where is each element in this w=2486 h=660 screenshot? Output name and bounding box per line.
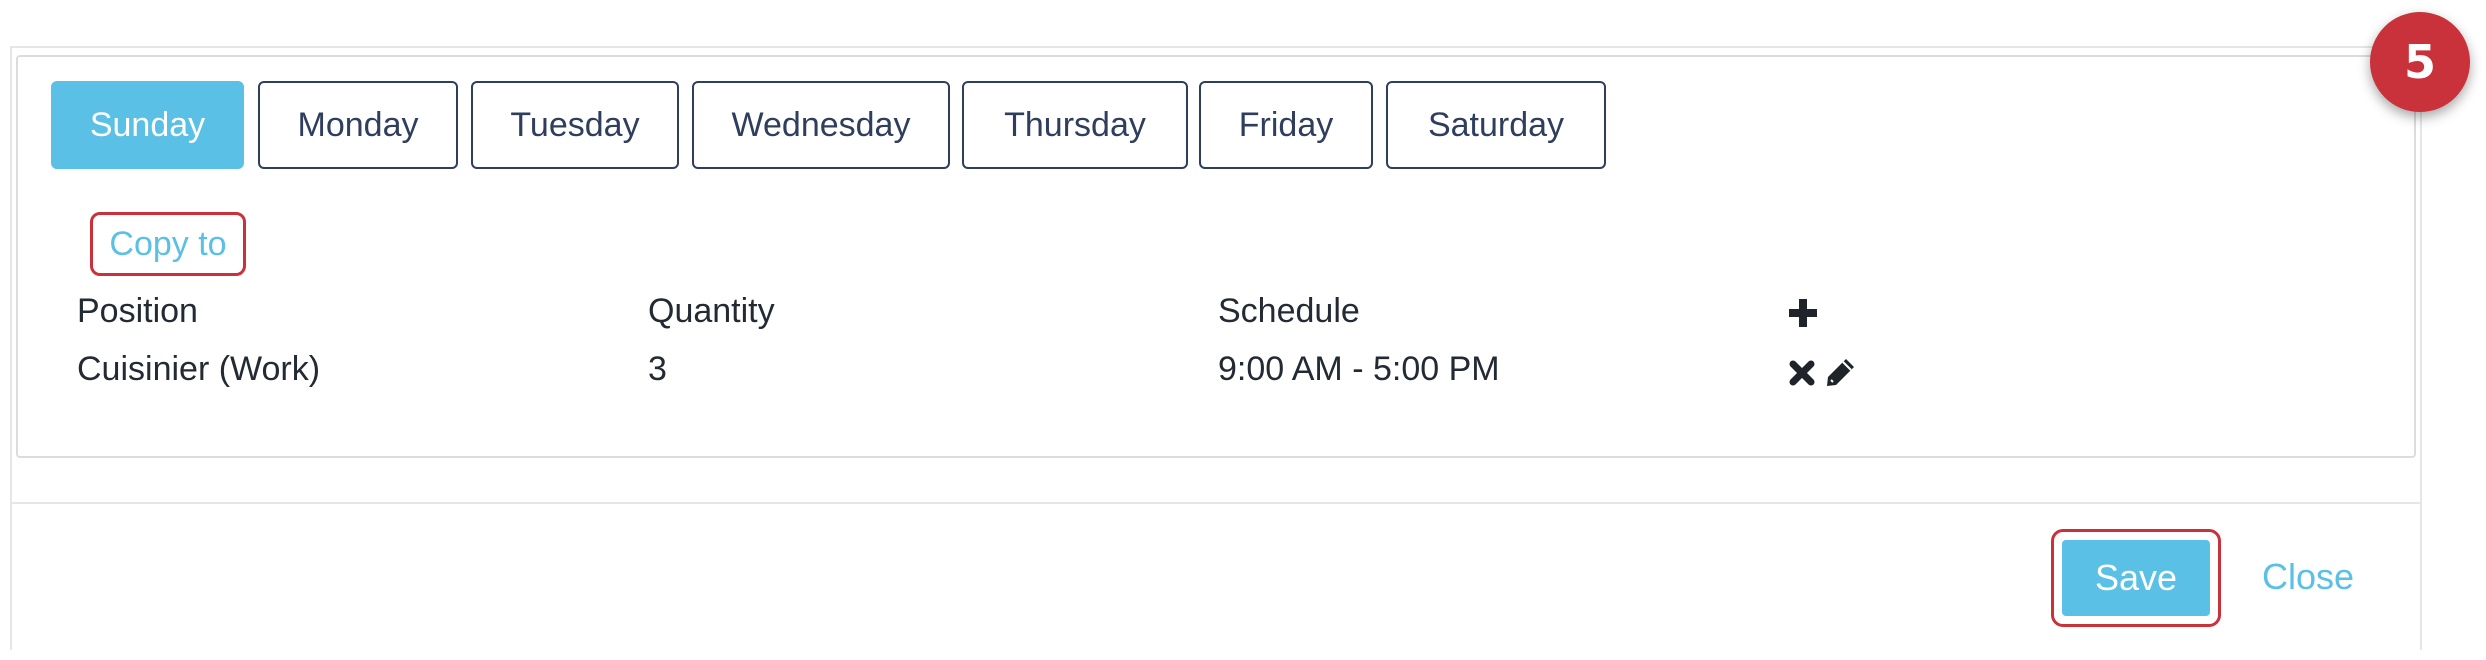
header-quantity: Quantity xyxy=(648,292,775,330)
tab-friday[interactable]: Friday xyxy=(1199,81,1373,169)
row-quantity: 3 xyxy=(648,350,667,388)
pencil-icon[interactable] xyxy=(1824,355,1858,389)
row-schedule: 9:00 AM - 5:00 PM xyxy=(1218,350,1500,388)
tab-monday[interactable]: Monday xyxy=(258,81,458,169)
header-schedule: Schedule xyxy=(1218,292,1360,330)
save-button[interactable]: Save xyxy=(2062,540,2210,616)
tab-thursday[interactable]: Thursday xyxy=(962,81,1188,169)
tab-sunday[interactable]: Sunday xyxy=(51,81,244,169)
row-position: Cuisinier (Work) xyxy=(77,350,321,388)
close-button[interactable]: Close xyxy=(2262,556,2354,598)
tab-saturday[interactable]: Saturday xyxy=(1386,81,1606,169)
x-icon[interactable] xyxy=(1789,360,1815,386)
copy-to-link[interactable]: Copy to xyxy=(90,212,246,276)
step-badge: 5 xyxy=(2370,12,2470,112)
tab-tuesday[interactable]: Tuesday xyxy=(471,81,679,169)
footer-divider xyxy=(10,502,2422,504)
tab-wednesday[interactable]: Wednesday xyxy=(692,81,950,169)
header-position: Position xyxy=(77,292,198,330)
plus-icon[interactable] xyxy=(1788,298,1818,328)
